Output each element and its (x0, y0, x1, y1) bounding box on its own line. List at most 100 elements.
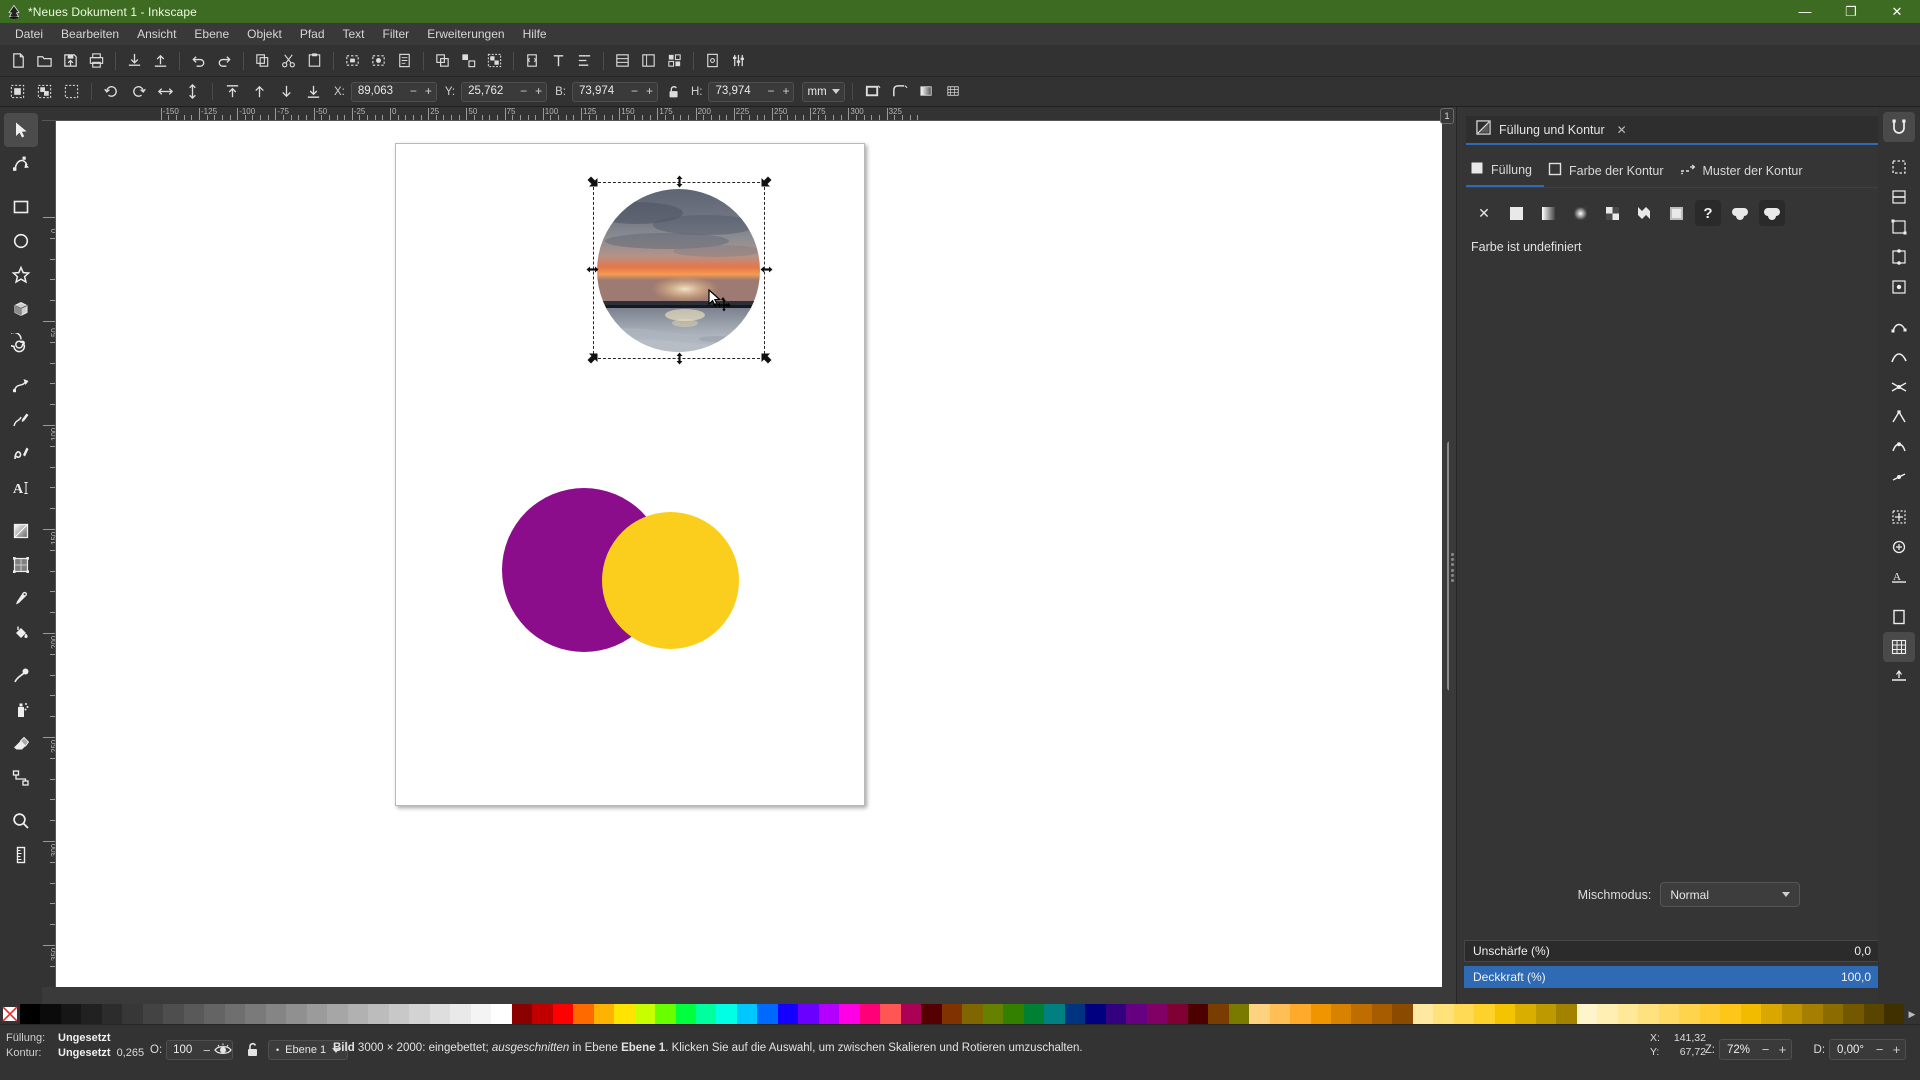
group-icon[interactable] (482, 48, 507, 73)
palette-swatch[interactable] (101, 1004, 123, 1024)
snap-bbox-edge-midpoints-icon[interactable] (1883, 242, 1915, 272)
status-opacity-value[interactable]: 100 (167, 1041, 198, 1060)
palette-swatch[interactable] (736, 1004, 758, 1024)
no-paint-button[interactable]: ✕ (1471, 200, 1497, 226)
palette-swatch[interactable] (1433, 1004, 1454, 1024)
menu-ansicht[interactable]: Ansicht (128, 25, 185, 43)
selection-handle-se[interactable] (760, 352, 773, 365)
menu-datei[interactable]: Datei (6, 25, 52, 43)
palette-swatch[interactable] (1699, 1004, 1721, 1024)
selection-handle-sw[interactable] (586, 352, 599, 365)
palette-swatch[interactable] (204, 1004, 225, 1024)
rotation-spin[interactable]: 0,00° − + (1829, 1039, 1906, 1060)
palette-swatch[interactable] (1208, 1004, 1229, 1024)
palette-swatch[interactable] (1658, 1004, 1680, 1024)
tab-fill[interactable]: Füllung (1466, 155, 1544, 187)
snap-nodes-icon[interactable] (1883, 312, 1915, 342)
zoom-page-icon[interactable] (392, 48, 417, 73)
pencil-tool[interactable] (4, 403, 38, 437)
palette-swatch[interactable] (1249, 1004, 1270, 1024)
selection-handle-ne[interactable] (760, 175, 773, 188)
opacity-value[interactable]: 100,0 (1841, 970, 1879, 984)
snap-bbox-edges-icon[interactable] (1883, 182, 1915, 212)
height-value[interactable]: 73,974 (709, 83, 763, 101)
palette-swatch[interactable] (982, 1004, 1004, 1024)
select-all-icon[interactable] (5, 80, 30, 104)
close-button[interactable]: ✕ (1874, 0, 1920, 23)
eye-visible-icon[interactable] (212, 1039, 234, 1061)
panel-tab-fill-stroke[interactable]: Füllung und Kontur ✕ (1466, 116, 1911, 145)
palette-swatch[interactable] (1167, 1004, 1188, 1024)
palette-swatch[interactable] (429, 1004, 451, 1024)
palette-swatch[interactable] (265, 1004, 287, 1024)
palette-swatch[interactable] (859, 1004, 881, 1024)
eraser-tool[interactable] (4, 727, 38, 761)
palette-swatch[interactable] (1556, 1004, 1577, 1024)
mesh-gradient-button[interactable] (1663, 200, 1689, 226)
snap-smooth-nodes-icon[interactable] (1883, 432, 1915, 462)
menu-objekt[interactable]: Objekt (238, 25, 291, 43)
zoom-selection-icon[interactable] (340, 48, 365, 73)
palette-swatch[interactable] (1822, 1004, 1844, 1024)
affect-rounded-corners-icon[interactable] (887, 80, 912, 104)
palette-swatch[interactable] (675, 1004, 696, 1024)
palette-swatch[interactable] (552, 1004, 574, 1024)
snap-object-centers-icon[interactable] (1883, 502, 1915, 532)
tweak-tool[interactable] (4, 659, 38, 693)
palette-swatch[interactable] (327, 1004, 348, 1024)
drawing-canvas[interactable] (56, 121, 1442, 987)
y-field[interactable]: 25,762 − + (461, 81, 548, 102)
palette-swatch[interactable] (655, 1004, 676, 1024)
palette-swatch[interactable] (1535, 1004, 1557, 1024)
palette-swatch[interactable] (1802, 1004, 1823, 1024)
radial-gradient-button[interactable] (1567, 200, 1593, 226)
palette-swatch[interactable] (1781, 1004, 1803, 1024)
palette-swatch[interactable] (1494, 1004, 1516, 1024)
palette-swatch[interactable] (1187, 1004, 1209, 1024)
snap-rotation-centers-icon[interactable] (1883, 532, 1915, 562)
palette-swatch[interactable] (286, 1004, 307, 1024)
palette-swatch[interactable] (1023, 1004, 1045, 1024)
palette-swatch[interactable] (1761, 1004, 1782, 1024)
palette-swatch[interactable] (388, 1004, 410, 1024)
redo-icon[interactable] (212, 48, 237, 73)
palette-swatch[interactable] (900, 1004, 922, 1024)
palette-swatch[interactable] (1003, 1004, 1024, 1024)
pattern-button[interactable] (1599, 200, 1625, 226)
palette-swatch[interactable] (511, 1004, 533, 1024)
snap-line-midpoints-icon[interactable] (1883, 462, 1915, 492)
palette-swatch[interactable] (224, 1004, 246, 1024)
palette-swatch[interactable] (1740, 1004, 1762, 1024)
y-decrement[interactable]: − (516, 83, 531, 101)
palette-swatch[interactable] (1331, 1004, 1352, 1024)
palette-swatch[interactable] (614, 1004, 635, 1024)
linear-gradient-button[interactable] (1535, 200, 1561, 226)
rotation-increment[interactable]: + (1888, 1042, 1905, 1057)
menu-text[interactable]: Text (334, 25, 374, 43)
palette-swatch[interactable] (777, 1004, 799, 1024)
menu-ebene[interactable]: Ebene (185, 25, 238, 43)
palette-swatch[interactable] (450, 1004, 471, 1024)
flip-horizontal-icon[interactable] (153, 80, 178, 104)
snap-bbox-centers-icon[interactable] (1883, 272, 1915, 302)
palette-swatch[interactable] (818, 1004, 840, 1024)
y-increment[interactable]: + (531, 83, 546, 101)
palette-scroll-icon[interactable]: ▶ (1904, 1004, 1920, 1024)
height-decrement[interactable]: − (763, 83, 778, 101)
x-increment[interactable]: + (421, 83, 436, 101)
palette-swatch[interactable] (1576, 1004, 1598, 1024)
save-document-icon[interactable] (58, 48, 83, 73)
zoom-tool[interactable] (4, 804, 38, 838)
width-field[interactable]: 73,974 − + (571, 81, 658, 102)
palette-swatch[interactable] (409, 1004, 430, 1024)
bezier-tool[interactable] (4, 369, 38, 403)
palette-swatch[interactable] (1474, 1004, 1495, 1024)
palette-swatch[interactable] (470, 1004, 492, 1024)
width-decrement[interactable]: − (627, 83, 642, 101)
selection-handle-s[interactable] (673, 352, 686, 365)
palette-swatch[interactable] (163, 1004, 184, 1024)
palette-swatch[interactable] (757, 1004, 778, 1024)
palette-swatch[interactable] (634, 1004, 656, 1024)
text-tool-icon[interactable] (546, 48, 571, 73)
palette-swatch[interactable] (1453, 1004, 1475, 1024)
